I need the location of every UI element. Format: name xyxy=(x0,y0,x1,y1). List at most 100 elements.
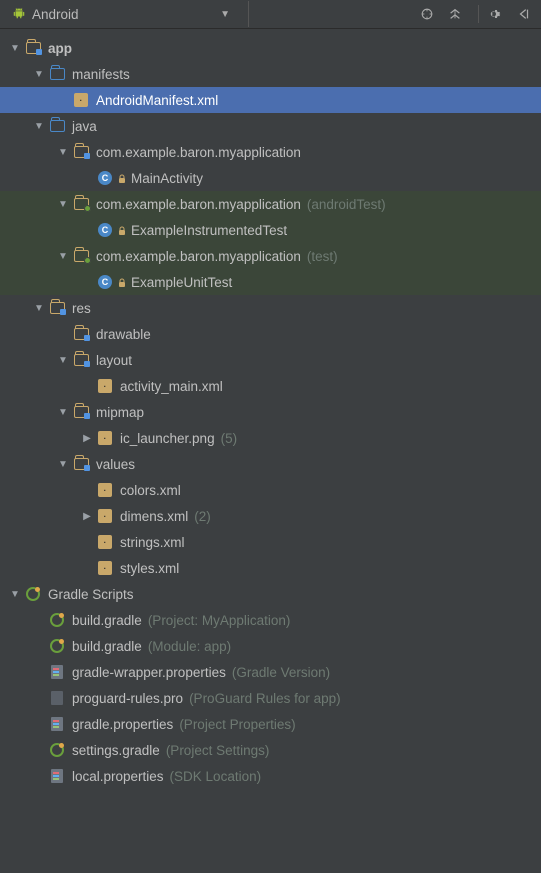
tree-item-suffix: (SDK Location) xyxy=(170,769,262,784)
xml-file-icon: · xyxy=(96,507,114,525)
tree-row[interactable]: ▼manifests xyxy=(0,61,541,87)
module-folder-icon xyxy=(24,39,42,57)
tree-row[interactable]: build.gradle(Module: app) xyxy=(0,633,541,659)
settings-gear-icon[interactable] xyxy=(485,3,507,25)
tree-row[interactable]: CMainActivity xyxy=(0,165,541,191)
tree-item-suffix: (2) xyxy=(194,509,211,524)
expand-arrow-down-icon[interactable]: ▼ xyxy=(8,41,22,55)
folder-icon xyxy=(48,117,66,135)
tree-item-suffix: (Project Properties) xyxy=(179,717,295,732)
tree-item-label: ExampleInstrumentedTest xyxy=(131,223,287,238)
xml-file-icon: · xyxy=(96,429,114,447)
tree-row[interactable]: ▼ java xyxy=(0,113,541,139)
tree-row[interactable]: ▼Gradle Scripts xyxy=(0,581,541,607)
xml-file-icon: · xyxy=(96,481,114,499)
tree-row[interactable]: build.gradle (Project: MyApplication) xyxy=(0,607,541,633)
xml-file-icon: · xyxy=(72,91,90,109)
folder-icon xyxy=(48,65,66,83)
tree-row[interactable]: CExampleUnitTest xyxy=(0,269,541,295)
tree-row[interactable]: local.properties (SDK Location) xyxy=(0,763,541,789)
expand-arrow-right-icon[interactable]: ▶ xyxy=(80,431,94,445)
hide-panel-icon[interactable] xyxy=(513,3,535,25)
tree-item-label: settings.gradle xyxy=(72,743,160,758)
tree-item-suffix: (Project: MyApplication) xyxy=(148,613,291,628)
tree-row[interactable]: settings.gradle (Project Settings) xyxy=(0,737,541,763)
tree-row[interactable]: gradle.properties(Project Properties) xyxy=(0,711,541,737)
tree-item-label: build.gradle xyxy=(72,639,142,654)
tree-item-label: gradle-wrapper.properties xyxy=(72,665,226,680)
expand-arrow-down-icon[interactable]: ▼ xyxy=(56,457,70,471)
project-tree[interactable]: ▼app▼manifests·AndroidManifest.xml▼java▼… xyxy=(0,29,541,795)
tree-item-label: AndroidManifest.xml xyxy=(96,93,218,108)
expand-arrow-down-icon[interactable]: ▼ xyxy=(56,353,70,367)
tree-item-label: activity_main.xml xyxy=(120,379,223,394)
tree-item-label: layout xyxy=(96,353,132,368)
gradle-icon xyxy=(48,741,66,759)
gradle-icon xyxy=(48,611,66,629)
tree-item-label: mipmap xyxy=(96,405,144,420)
expand-arrow-down-icon[interactable]: ▼ xyxy=(56,145,70,159)
resource-folder-icon xyxy=(72,351,90,369)
tree-row[interactable]: ▼ mipmap xyxy=(0,399,541,425)
resource-folder-icon xyxy=(72,325,90,343)
tree-item-label: local.properties xyxy=(72,769,164,784)
tree-item-label: dimens.xml xyxy=(120,509,188,524)
tree-row[interactable]: ▼com.example.baron.myapplication(android… xyxy=(0,191,541,217)
tree-row[interactable]: · AndroidManifest.xml xyxy=(0,87,541,113)
test-package-folder-icon xyxy=(72,195,90,213)
tree-row[interactable]: · strings.xml xyxy=(0,529,541,555)
tree-item-label: res xyxy=(72,301,91,316)
view-selector[interactable]: Android ▼ xyxy=(6,0,236,28)
tree-item-suffix: (test) xyxy=(307,249,338,264)
tree-row[interactable]: proguard-rules.pro (ProGuard Rules for ap… xyxy=(0,685,541,711)
tree-row[interactable]: ▼ app xyxy=(0,35,541,61)
tree-item-suffix: (Project Settings) xyxy=(166,743,270,758)
xml-file-icon: · xyxy=(96,559,114,577)
tree-row[interactable]: drawable xyxy=(0,321,541,347)
tree-item-label: build.gradle xyxy=(72,613,142,628)
expand-arrow-down-icon[interactable]: ▼ xyxy=(56,249,70,263)
tree-item-label: colors.xml xyxy=(120,483,181,498)
test-package-folder-icon xyxy=(72,247,90,265)
chevron-down-icon: ▼ xyxy=(220,9,230,20)
tree-row[interactable]: ▼com.example.baron.myapplication xyxy=(0,139,541,165)
tree-row[interactable]: ·styles.xml xyxy=(0,555,541,581)
expand-arrow-down-icon[interactable]: ▼ xyxy=(56,197,70,211)
expand-arrow-down-icon[interactable]: ▼ xyxy=(32,67,46,81)
tree-item-suffix: (ProGuard Rules for app) xyxy=(189,691,341,706)
properties-file-icon xyxy=(48,663,66,681)
android-icon xyxy=(12,6,26,23)
expand-arrow-down-icon[interactable]: ▼ xyxy=(8,587,22,601)
tree-row[interactable]: ▼values xyxy=(0,451,541,477)
expand-arrow-down-icon[interactable]: ▼ xyxy=(32,301,46,315)
tree-row[interactable]: C ExampleInstrumentedTest xyxy=(0,217,541,243)
tree-row[interactable]: ▼com.example.baron.myapplication(test) xyxy=(0,243,541,269)
class-file-icon: C xyxy=(96,221,114,239)
tree-row[interactable]: ▼ layout xyxy=(0,347,541,373)
tree-item-label: app xyxy=(48,41,72,56)
tree-item-label: strings.xml xyxy=(120,535,185,550)
tree-row[interactable]: · activity_main.xml xyxy=(0,373,541,399)
expand-arrow-down-icon[interactable]: ▼ xyxy=(56,405,70,419)
lock-icon xyxy=(117,174,125,182)
tree-item-label: java xyxy=(72,119,97,134)
class-file-icon: C xyxy=(96,273,114,291)
properties-file-icon xyxy=(48,767,66,785)
toolbar-separator xyxy=(478,5,479,23)
proguard-file-icon xyxy=(48,689,66,707)
xml-file-icon: · xyxy=(96,377,114,395)
tree-item-label: com.example.baron.myapplication xyxy=(96,197,301,212)
lock-icon xyxy=(117,278,125,286)
tree-item-label: proguard-rules.pro xyxy=(72,691,183,706)
tree-row[interactable]: ▼ res xyxy=(0,295,541,321)
scroll-from-source-icon[interactable] xyxy=(416,3,438,25)
tree-row[interactable]: gradle-wrapper.properties (Gradle Version… xyxy=(0,659,541,685)
expand-arrow-down-icon[interactable]: ▼ xyxy=(32,119,46,133)
tree-row[interactable]: ▶·ic_launcher.png(5) xyxy=(0,425,541,451)
collapse-all-icon[interactable] xyxy=(444,3,466,25)
tree-row[interactable]: ▶· dimens.xml (2) xyxy=(0,503,541,529)
xml-file-icon: · xyxy=(96,533,114,551)
tree-item-suffix: (Gradle Version) xyxy=(232,665,330,680)
tree-row[interactable]: · colors.xml xyxy=(0,477,541,503)
expand-arrow-right-icon[interactable]: ▶ xyxy=(80,509,94,523)
